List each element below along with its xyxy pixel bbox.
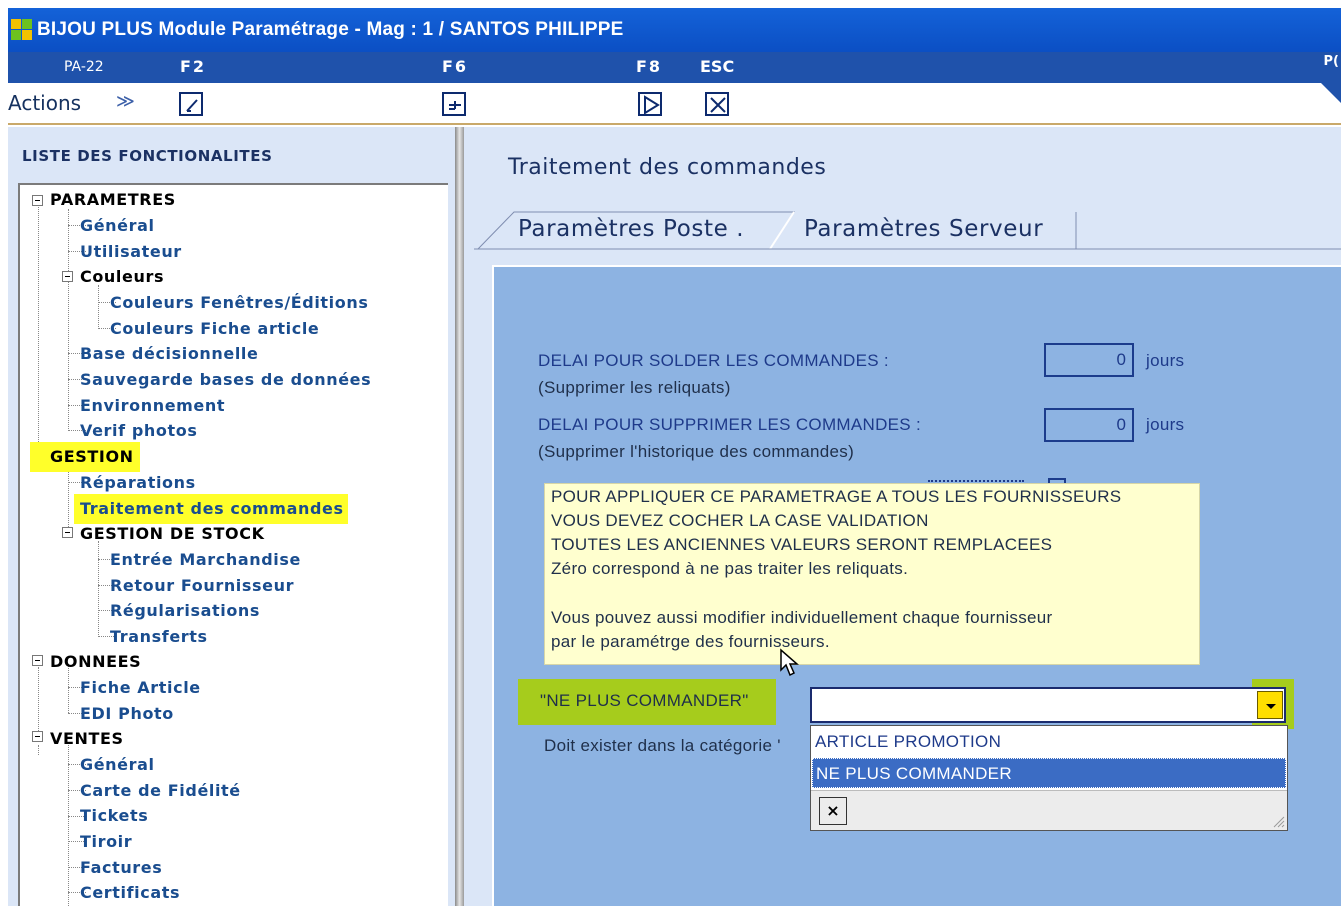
play-icon	[644, 95, 660, 115]
collapse-gestion-stock-icon[interactable]	[62, 527, 73, 538]
dropdown-close-button[interactable]: ×	[819, 797, 847, 825]
collapse-couleurs-icon[interactable]	[62, 271, 73, 282]
corner-label: P(	[1323, 54, 1339, 69]
ne-plus-commander-label: "NE PLUS COMMANDER"	[540, 691, 749, 710]
f6-key-label: F6	[442, 57, 469, 76]
delai-solder-unit: jours	[1146, 351, 1185, 370]
window-titlebar: BIJOU PLUS Module Paramétrage - Mag : 1 …	[8, 8, 1341, 52]
f2-key-label: F2	[180, 57, 207, 76]
dropdown-option-ne-plus-commander[interactable]: NE PLUS COMMANDER	[812, 758, 1286, 788]
insert-button[interactable]	[442, 92, 466, 116]
dropdown-arrow-button[interactable]	[1257, 691, 1283, 719]
info-line: Vous pouvez aussi modifier individuellem…	[551, 608, 1053, 627]
collapse-parametres-icon[interactable]	[32, 195, 43, 206]
actions-menu[interactable]: Actions	[8, 91, 81, 115]
close-icon	[710, 97, 726, 113]
window-title: BIJOU PLUS Module Paramétrage - Mag : 1 …	[37, 19, 624, 40]
delai-solder-label: DELAI POUR SOLDER LES COMMANDES :	[538, 351, 889, 370]
tree-node-ventes-general[interactable]: Général	[80, 754, 155, 776]
toolbar: Actions ≫	[8, 83, 1341, 125]
insert-icon	[449, 101, 461, 110]
tree-node-regularisations[interactable]: Régularisations	[110, 600, 260, 622]
tree-node-donnees[interactable]: DONNEES	[50, 651, 141, 673]
validate-button[interactable]	[638, 92, 662, 116]
tree-node-couleurs[interactable]: Couleurs	[80, 266, 164, 288]
sidebar: LISTE DES FONCTIONALITES PARAMETRES Géné…	[8, 127, 455, 906]
tree-node-tiroir[interactable]: Tiroir	[80, 831, 132, 853]
dropdown-footer: ×	[811, 790, 1287, 830]
tree-node-transferts[interactable]: Transferts	[110, 626, 208, 648]
app-logo-icon	[11, 19, 33, 41]
tree-node-parametres[interactable]: PARAMETRES	[50, 189, 176, 211]
info-line: POUR APPLIQUER CE PARAMETRAGE A TOUS LES…	[551, 487, 1122, 506]
tree-node-carte-fidelite[interactable]: Carte de Fidélité	[80, 780, 241, 802]
tab-parametres-serveur-label: Paramètres Serveur	[804, 216, 1044, 242]
corner-triangle-icon	[1321, 83, 1341, 103]
delai-supprimer-sublabel: (Supprimer l'historique des commandes)	[538, 442, 855, 461]
tree-node-certificats[interactable]: Certificats	[80, 882, 180, 904]
tree-node-ventes[interactable]: VENTES	[50, 728, 124, 750]
chevron-down-icon[interactable]: ≫	[116, 91, 135, 112]
sidebar-header: LISTE DES FONCTIONALITES	[22, 147, 273, 165]
tree-node-entree-marchandise[interactable]: Entrée Marchandise	[110, 549, 301, 571]
tab-content: DELAI POUR SOLDER LES COMMANDES : (Suppr…	[492, 265, 1341, 906]
collapse-ventes-icon[interactable]	[32, 731, 43, 742]
delai-supprimer-unit: jours	[1146, 415, 1185, 434]
tree-node-sauvegarde[interactable]: Sauvegarde bases de données	[80, 369, 371, 391]
tree-node-gestion-stock[interactable]: GESTION DE STOCK	[80, 523, 265, 545]
dropdown-option-article-promotion[interactable]: ARTICLE PROMOTION	[812, 727, 1286, 757]
delai-supprimer-input[interactable]: 0	[1044, 408, 1134, 442]
tree-node-environnement[interactable]: Environnement	[80, 395, 225, 417]
tree-node-verif-photos[interactable]: Verif photos	[80, 420, 197, 442]
tree-node-traitement-commandes[interactable]: Traitement des commandes	[74, 494, 348, 524]
tree-node-gestion[interactable]: GESTION	[30, 442, 140, 472]
tree-node-couleurs-fiche-article[interactable]: Couleurs Fiche article	[110, 318, 319, 340]
tree-node-general[interactable]: Général	[80, 215, 155, 237]
cancel-button[interactable]	[705, 92, 729, 116]
delai-solder-input[interactable]: 0	[1044, 343, 1134, 377]
function-key-bar: PA-22 F2 F6 F8 ESC P(	[8, 52, 1341, 83]
screen-code: PA-22	[64, 59, 104, 75]
edit-icon	[186, 99, 198, 112]
ne-plus-commander-combo[interactable]	[810, 687, 1286, 723]
ne-plus-commander-label-box: "NE PLUS COMMANDER"	[518, 679, 776, 725]
f8-key-label: F8	[636, 57, 663, 76]
tab-parametres-poste[interactable]: Paramètres Poste .	[486, 211, 796, 249]
tree-node-fiche-article[interactable]: Fiche Article	[80, 677, 201, 699]
tree-node-base-decisionnelle[interactable]: Base décisionnelle	[80, 343, 258, 365]
collapse-donnees-icon[interactable]	[32, 655, 43, 666]
tree-node-edi-photo[interactable]: EDI Photo	[80, 703, 174, 725]
function-tree: PARAMETRES Général Utilisateur Couleurs …	[18, 183, 448, 906]
combo-dropdown-list: ARTICLE PROMOTION NE PLUS COMMANDER ×	[810, 725, 1288, 831]
page-title: Traitement des commandes	[508, 155, 827, 180]
edit-button[interactable]	[179, 92, 203, 116]
delai-solder-sublabel: (Supprimer les reliquats)	[538, 378, 731, 397]
tree-node-reparations[interactable]: Réparations	[80, 472, 196, 494]
info-line: TOUTES LES ANCIENNES VALEURS SERONT REMP…	[551, 535, 1053, 554]
tab-parametres-poste-label: Paramètres Poste .	[518, 216, 745, 242]
tree-node-tickets[interactable]: Tickets	[80, 805, 148, 827]
categorie-hint-label: Doit exister dans la catégorie '	[544, 736, 781, 755]
info-line: VOUS DEVEZ COCHER LA CASE VALIDATION	[551, 511, 929, 530]
tab-strip: Paramètres Poste . Paramètres Serveur	[474, 211, 1341, 251]
mouse-cursor-icon	[780, 648, 799, 677]
main-panel: Traitement des commandes Paramètres Post…	[464, 127, 1341, 906]
delai-supprimer-label: DELAI POUR SUPPRIMER LES COMMANDES :	[538, 415, 921, 434]
resize-grip-icon[interactable]	[1271, 814, 1285, 828]
tree-node-factures[interactable]: Factures	[80, 857, 162, 879]
panel-splitter[interactable]	[455, 127, 464, 906]
tree-node-utilisateur[interactable]: Utilisateur	[80, 241, 182, 263]
tree-node-retour-fournisseur[interactable]: Retour Fournisseur	[110, 575, 294, 597]
tree-node-couleurs-fenetres[interactable]: Couleurs Fenêtres/Éditions	[110, 292, 368, 314]
info-box: POUR APPLIQUER CE PARAMETRAGE A TOUS LES…	[544, 483, 1200, 665]
esc-key-label: ESC	[700, 57, 735, 76]
info-line: Zéro correspond à ne pas traiter les rel…	[551, 559, 909, 578]
tab-parametres-serveur[interactable]: Paramètres Serveur	[786, 211, 1086, 249]
